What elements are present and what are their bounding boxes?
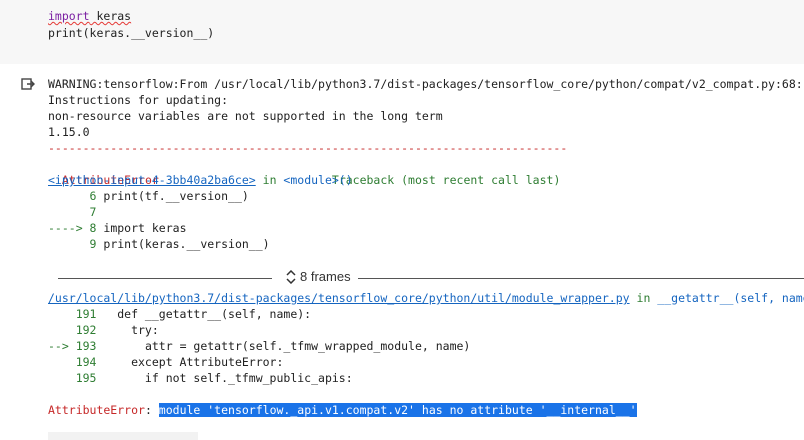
line-code: except AttributeError: bbox=[103, 355, 284, 369]
final-error-message[interactable]: module 'tensorflow._api.v1.compat.v2' ha… bbox=[158, 403, 637, 417]
output-arrow-icon[interactable] bbox=[20, 76, 36, 92]
line-number: 7 bbox=[48, 205, 97, 219]
line-code: print(tf.__version__) bbox=[103, 189, 249, 203]
wrapper-line: 192 try: bbox=[48, 322, 159, 338]
final-error-sep: : bbox=[144, 403, 159, 417]
import-keyword: import bbox=[48, 9, 90, 23]
version-line: 1.15.0 bbox=[48, 125, 90, 139]
wrapper-line: 195 if not self._tfmw_public_apis: bbox=[48, 370, 353, 386]
instructions-line: Instructions for updating: bbox=[48, 93, 229, 107]
print-arg: keras.__version__) bbox=[89, 26, 215, 40]
line-number: 192 bbox=[48, 323, 104, 337]
wrapper-line-current: --> 193 attr = getattr(self._tfmw_wrappe… bbox=[48, 338, 470, 354]
wrapper-line: 191 def __getattr__(self, name): bbox=[48, 306, 311, 322]
frames-rule-right bbox=[358, 278, 804, 279]
tb-line: 7 bbox=[48, 204, 97, 220]
line-number: 191 bbox=[48, 307, 104, 321]
line-number: 9 bbox=[48, 237, 104, 251]
line-number: 6 bbox=[48, 189, 104, 203]
frames-label[interactable]: 8 frames bbox=[286, 269, 351, 284]
input-location-line: <ipython-input-4-3bb40a2ba6ce> in <modul… bbox=[48, 172, 353, 188]
final-error-name: AttributeError bbox=[48, 403, 145, 417]
code-line-1: import keras bbox=[48, 9, 131, 23]
traceback-label: Traceback (most recent call last) bbox=[331, 173, 561, 187]
wrapper-line: 194 except AttributeError: bbox=[48, 354, 284, 370]
line-number: 193 bbox=[68, 339, 104, 353]
line-number: 195 bbox=[48, 371, 104, 385]
warning-line: WARNING:tensorflow:From /usr/local/lib/p… bbox=[48, 77, 803, 91]
wrapper-func: __getattr__(self, name) bbox=[657, 291, 804, 305]
tb-line: 9 print(keras.__version__) bbox=[48, 236, 270, 252]
line-code: print(keras.__version__) bbox=[103, 237, 270, 251]
final-error-line: AttributeError: module 'tensorflow._api.… bbox=[48, 402, 637, 418]
code-cell[interactable]: import keras print(keras.__version__) bbox=[0, 0, 804, 64]
next-cell-edge bbox=[48, 432, 198, 440]
collapsed-frames-toggle[interactable]: 8 frames bbox=[58, 268, 804, 288]
line-code: attr = getattr(self._tfmw_wrapped_module… bbox=[103, 339, 471, 353]
separator-line: ----------------------------------------… bbox=[48, 141, 568, 155]
module-wrapper-link[interactable]: /usr/local/lib/python3.7/dist-packages/t… bbox=[48, 291, 630, 305]
line-number: 8 bbox=[82, 221, 104, 235]
line-code: if not self._tfmw_public_apis: bbox=[103, 371, 353, 385]
print-call: print( bbox=[48, 26, 90, 40]
line-code: def __getattr__(self, name): bbox=[103, 307, 312, 321]
ipython-input-link[interactable]: <ipython-input-4-3bb40a2ba6ce> bbox=[48, 173, 256, 187]
module-label: <module>() bbox=[283, 173, 353, 187]
line-code: try: bbox=[103, 323, 159, 337]
line-code: import keras bbox=[103, 221, 187, 235]
expand-collapse-icon bbox=[286, 269, 296, 284]
wrapper-location-line: /usr/local/lib/python3.7/dist-packages/t… bbox=[48, 290, 804, 306]
tb-line-current: ----> 8 import keras bbox=[48, 220, 187, 236]
tb-line: 6 print(tf.__version__) bbox=[48, 188, 249, 204]
current-line-arrow: --> bbox=[48, 339, 69, 353]
code-line-2: print(keras.__version__) bbox=[48, 26, 214, 40]
line-number: 194 bbox=[48, 355, 104, 369]
in-word: in bbox=[629, 291, 658, 305]
import-target: keras bbox=[89, 9, 132, 23]
frames-count: 8 frames bbox=[300, 269, 351, 284]
in-word: in bbox=[255, 173, 284, 187]
current-line-arrow: ----> bbox=[48, 221, 83, 235]
frames-rule-left bbox=[58, 278, 272, 279]
nonresource-line: non-resource variables are not supported… bbox=[48, 109, 443, 123]
